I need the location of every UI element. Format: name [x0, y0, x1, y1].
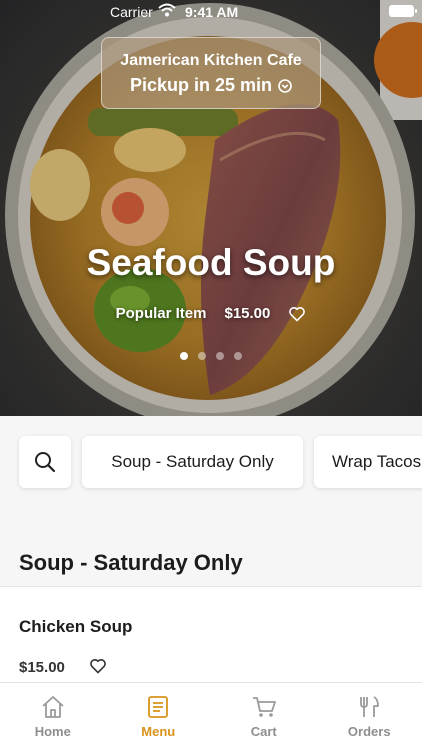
chevron-down-circle-icon	[278, 79, 292, 93]
tab-label: Cart	[250, 724, 277, 739]
heart-icon[interactable]	[288, 306, 306, 322]
search-button[interactable]	[19, 436, 71, 488]
home-icon	[42, 696, 64, 718]
wifi-icon	[158, 3, 176, 17]
carousel-dot[interactable]	[180, 352, 188, 360]
status-bar: Carrier 9:41 AM	[0, 0, 422, 24]
menu-item-price: $15.00	[19, 659, 65, 676]
clock: 9:41 AM	[185, 4, 239, 20]
menu-item-card[interactable]: Chicken Soup $15.00	[0, 586, 422, 686]
search-icon	[35, 452, 56, 473]
tab-bar[interactable]: Home Menu Cart Orders	[0, 682, 422, 750]
category-chip[interactable]: Soup - Saturday Only	[82, 436, 303, 488]
carousel-dot[interactable]	[198, 352, 206, 360]
tab-orders[interactable]: Orders	[317, 683, 422, 750]
cart-icon	[252, 697, 276, 717]
battery-icon	[389, 5, 417, 17]
tab-menu[interactable]: Menu	[106, 683, 212, 750]
featured-meta: Popular Item $15.00	[0, 305, 422, 322]
tab-cart[interactable]: Cart	[211, 683, 317, 750]
featured-title: Seafood Soup	[86, 242, 336, 283]
orders-icon	[360, 696, 380, 717]
restaurant-pickup-selector[interactable]: Jamerican Kitchen Cafe Pickup in 25 min	[101, 37, 321, 109]
carousel-dot[interactable]	[216, 352, 224, 360]
category-chip[interactable]: Wrap Tacos	[314, 436, 422, 488]
section-title: Soup - Saturday Only	[19, 550, 243, 575]
tab-label: Orders	[347, 724, 391, 739]
category-bar[interactable]: Soup - Saturday Only Wrap Tacos	[0, 416, 422, 508]
restaurant-name: Jamerican Kitchen Cafe	[120, 52, 302, 69]
tab-label: Menu	[141, 724, 176, 739]
popular-tag: Popular Item	[115, 305, 207, 322]
featured-price: $15.00	[224, 305, 271, 322]
tab-home[interactable]: Home	[0, 683, 106, 750]
featured-hero[interactable]: Carrier 9:41 AM Jamerican Kitchen Cafe P…	[0, 0, 422, 416]
pickup-time: Pickup in 25 min	[102, 75, 320, 96]
menu-icon	[148, 696, 169, 718]
tab-label: Home	[34, 724, 71, 739]
carousel-dot[interactable]	[234, 352, 242, 360]
pickup-label: Pickup in 25 min	[129, 75, 273, 95]
carousel-dots[interactable]	[0, 352, 422, 360]
menu-item-name: Chicken Soup	[19, 617, 133, 636]
carrier-label: Carrier	[110, 4, 153, 20]
heart-icon[interactable]	[89, 658, 107, 674]
